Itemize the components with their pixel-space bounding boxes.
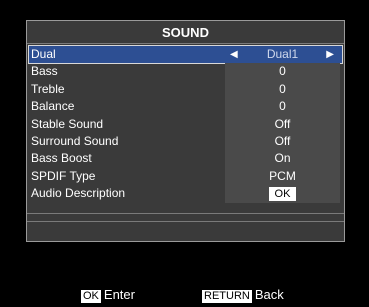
row-value: 0 xyxy=(225,98,340,116)
row-label: Dual xyxy=(31,47,56,61)
menu-rows: Dual ◀ Dual1 ▶ Bass 0 Treble 0 Balance 0… xyxy=(28,44,343,203)
menu-row-stable-sound[interactable]: Stable Sound Off xyxy=(29,115,342,133)
row-label: Audio Description xyxy=(31,186,126,201)
hint-back-label: Back xyxy=(254,287,284,302)
hint-enter: OK Enter xyxy=(81,287,135,303)
row-value: On xyxy=(225,150,340,168)
right-arrow-icon[interactable]: ▶ xyxy=(326,46,334,63)
menu-row-treble[interactable]: Treble 0 xyxy=(29,80,342,99)
ok-key: OK xyxy=(81,290,101,303)
row-value[interactable]: ◀ Dual1 ▶ xyxy=(225,46,340,63)
row-value: OK xyxy=(225,185,340,203)
ok-button[interactable]: OK xyxy=(268,187,297,202)
row-value: PCM xyxy=(225,167,340,186)
sound-menu-panel: SOUND Dual ◀ Dual1 ▶ Bass 0 Treble 0 Bal… xyxy=(26,20,345,242)
row-value: Off xyxy=(225,132,340,151)
menu-title: SOUND xyxy=(27,21,344,44)
row-value: 0 xyxy=(225,63,340,81)
row-value: 0 xyxy=(225,80,340,99)
row-label: Bass Boost xyxy=(31,151,92,166)
row-label: SPDIF Type xyxy=(31,168,96,183)
return-key: RETURN xyxy=(202,290,252,303)
menu-row-bass-boost[interactable]: Bass Boost On xyxy=(29,150,342,168)
hint-back: RETURN Back xyxy=(202,287,284,303)
menu-row-spdif-type[interactable]: SPDIF Type PCM xyxy=(29,167,342,186)
menu-row-dual[interactable]: Dual ◀ Dual1 ▶ xyxy=(28,44,343,65)
menu-row-audio-description[interactable]: Audio Description OK xyxy=(29,185,342,203)
value-text: Dual1 xyxy=(266,47,299,61)
left-arrow-icon[interactable]: ◀ xyxy=(230,46,238,63)
menu-row-bass[interactable]: Bass 0 xyxy=(29,63,342,81)
row-label: Stable Sound xyxy=(31,116,104,131)
panel-divider-bottom xyxy=(27,221,344,222)
menu-row-surround-sound[interactable]: Surround Sound Off xyxy=(29,132,342,151)
row-label: Treble xyxy=(31,81,65,96)
row-label: Surround Sound xyxy=(31,133,119,148)
hint-enter-label: Enter xyxy=(103,287,135,302)
footer-hints: OK Enter RETURN Back xyxy=(0,287,369,303)
menu-row-balance[interactable]: Balance 0 xyxy=(29,98,342,116)
row-value: Off xyxy=(225,115,340,133)
row-label: Balance xyxy=(31,99,75,114)
row-label: Bass xyxy=(31,64,58,79)
panel-divider xyxy=(27,213,344,214)
